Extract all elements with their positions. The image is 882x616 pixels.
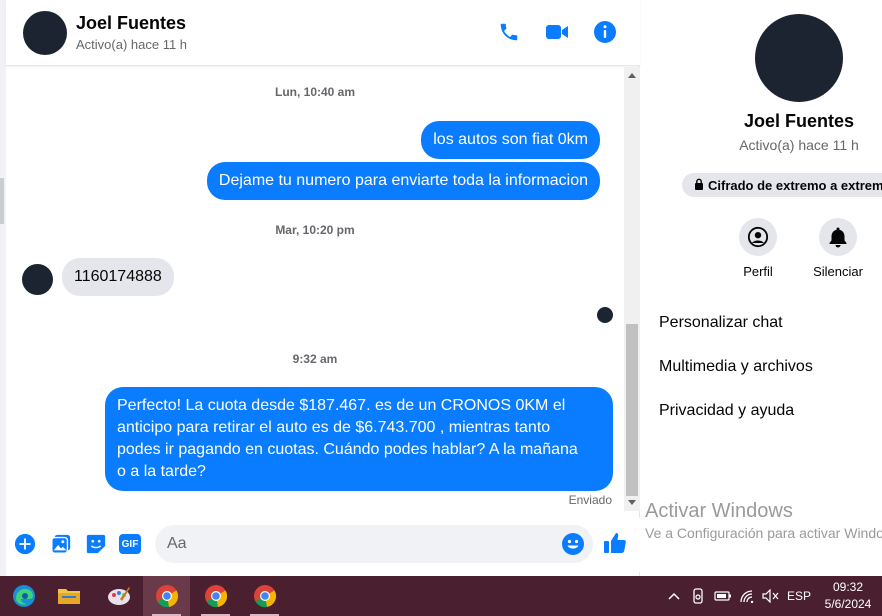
- chrome-icon[interactable]: [241, 576, 288, 616]
- read-receipt-avatar: [597, 307, 613, 323]
- customize-chat-item[interactable]: Personalizar chat: [659, 314, 783, 332]
- outgoing-message[interactable]: los autos son fiat 0km: [421, 121, 600, 159]
- message-line: anticipo para retirar el auto es de $6.7…: [117, 419, 551, 436]
- encryption-label: Cifrado de extremo a extremo: [708, 177, 882, 193]
- message-input-box[interactable]: [155, 525, 593, 563]
- plus-icon[interactable]: [13, 532, 37, 556]
- profile-avatar[interactable]: [755, 14, 843, 102]
- profile-icon: [747, 226, 769, 248]
- video-icon[interactable]: [544, 19, 570, 45]
- profile-status: Activo(a) hace 11 h: [739, 137, 859, 153]
- scroll-down-icon[interactable]: [628, 500, 636, 505]
- bell-icon: [829, 227, 847, 248]
- mute-button[interactable]: [819, 218, 857, 256]
- phone-icon[interactable]: [496, 19, 522, 45]
- profile-name: Joel Fuentes: [743, 111, 855, 131]
- chevron-up-icon[interactable]: [666, 586, 682, 606]
- profile-button[interactable]: [739, 218, 777, 256]
- thumbs-up-icon[interactable]: [603, 531, 627, 555]
- privacy-help-item[interactable]: Privacidad y ayuda: [659, 402, 794, 420]
- file-explorer-icon[interactable]: [45, 576, 92, 616]
- mute-label[interactable]: Silenciar: [807, 264, 869, 279]
- message-list: Lun, 10:40 am los autos son fiat 0km Dej…: [6, 67, 624, 514]
- chrome-icon[interactable]: [192, 576, 239, 616]
- incoming-message[interactable]: 1160174888: [62, 258, 174, 296]
- scroll-up-icon[interactable]: [628, 73, 636, 78]
- clock-time: 09:32: [832, 580, 864, 594]
- timestamp: Lun, 10:40 am: [274, 85, 356, 99]
- delivery-status: Enviado: [568, 493, 612, 507]
- paint-icon[interactable]: [95, 576, 142, 616]
- scrollbar-thumb[interactable]: [626, 324, 638, 496]
- device-icon[interactable]: [690, 586, 706, 606]
- chat-scrollbar[interactable]: [624, 67, 640, 511]
- avatar[interactable]: [22, 264, 53, 295]
- profile-label[interactable]: Perfil: [737, 264, 779, 279]
- chat-header: Joel Fuentes Activo(a) hace 11 h: [6, 0, 640, 66]
- taskbar: ESP 09:32 5/6/2024: [0, 576, 882, 616]
- message-input[interactable]: [167, 534, 547, 554]
- outgoing-message[interactable]: Perfecto! La cuota desde $187.467. es de…: [105, 387, 613, 491]
- clock[interactable]: 09:32 5/6/2024: [818, 579, 878, 613]
- photo-icon[interactable]: [49, 532, 73, 556]
- messenger-window: Joel Fuentes Activo(a) hace 11 h Lun, 10…: [0, 0, 882, 576]
- media-files-item[interactable]: Multimedia y archivos: [659, 358, 813, 376]
- contact-status: Activo(a) hace 11 h: [76, 37, 188, 52]
- edge-icon[interactable]: [0, 576, 47, 616]
- message-line: o a la tarde?: [117, 463, 206, 480]
- timestamp: Mar, 10:20 pm: [275, 223, 355, 237]
- gif-icon[interactable]: GIF: [118, 532, 142, 556]
- battery-icon[interactable]: [713, 586, 733, 606]
- composer: GIF: [6, 518, 640, 572]
- chat-panel: Joel Fuentes Activo(a) hace 11 h Lun, 10…: [6, 0, 640, 576]
- timestamp: 9:32 am: [292, 352, 338, 366]
- message-line: Perfecto! La cuota desde $187.467. es de…: [117, 397, 566, 414]
- outgoing-message[interactable]: Dejame tu numero para enviarte toda la i…: [206, 162, 600, 200]
- avatar[interactable]: [23, 11, 67, 55]
- activate-windows-subtitle: Ve a Configuración para activar Windows.: [645, 525, 882, 541]
- volume-muted-icon[interactable]: [761, 586, 781, 606]
- encryption-badge[interactable]: Cifrado de extremo a extremo: [682, 173, 882, 197]
- gif-label: GIF: [119, 534, 141, 554]
- contact-info-panel: Joel Fuentes Activo(a) hace 11 h Cifrado…: [641, 0, 882, 576]
- sticker-icon[interactable]: [84, 532, 108, 556]
- message-line: podes ir pagando en cuotas. Cuándo podes…: [117, 441, 578, 458]
- language-indicator[interactable]: ESP: [786, 586, 812, 606]
- wifi-icon[interactable]: [738, 586, 758, 606]
- info-icon[interactable]: [592, 19, 618, 45]
- chrome-icon[interactable]: [143, 576, 190, 616]
- contact-name[interactable]: Joel Fuentes: [76, 13, 186, 34]
- lock-icon: [694, 178, 704, 193]
- activate-windows-title: Activar Windows: [645, 500, 793, 522]
- clock-date: 5/6/2024: [824, 597, 872, 611]
- emoji-icon[interactable]: [561, 532, 585, 561]
